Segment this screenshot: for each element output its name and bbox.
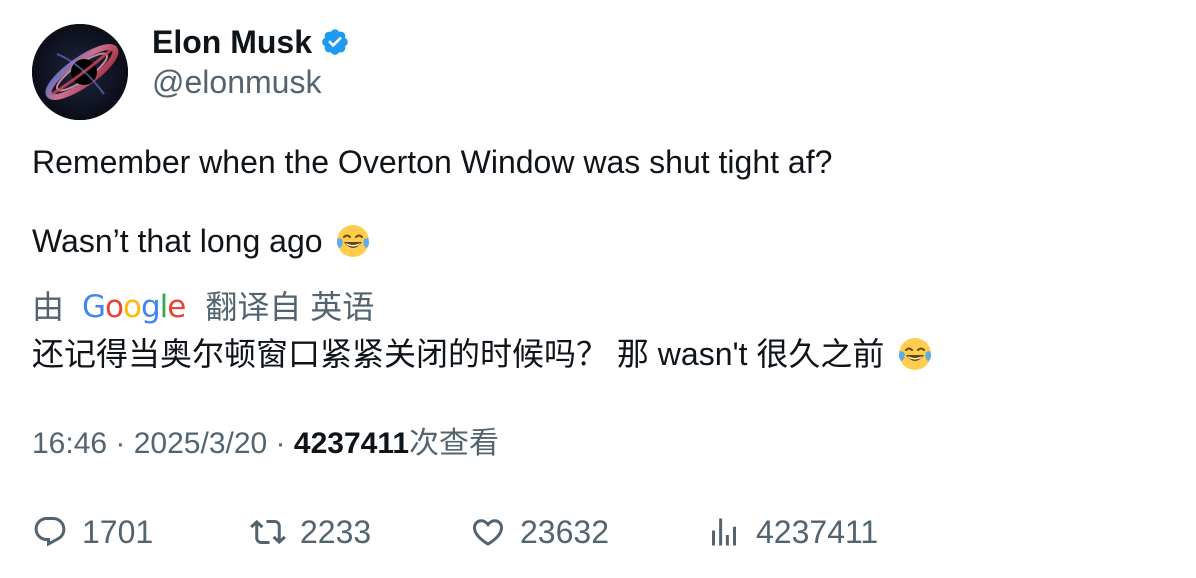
tweet-date[interactable]: 2025/3/20 — [134, 427, 267, 460]
like-button[interactable]: 23632 — [470, 508, 609, 556]
tears-of-joy-emoji-icon — [337, 225, 370, 257]
like-count: 23632 — [520, 513, 609, 550]
views-button[interactable]: 4237411 — [706, 508, 878, 556]
views-count: 4237411 — [293, 427, 410, 460]
translated-from-label[interactable]: 翻译自 英语 — [205, 287, 374, 327]
meta-separator: · — [267, 427, 294, 460]
views-action-count: 4237411 — [756, 513, 879, 550]
google-letter-e: e — [167, 289, 186, 325]
avatar[interactable] — [32, 24, 128, 120]
meta-separator: · — [107, 427, 134, 460]
reply-count: 1701 — [82, 513, 154, 550]
tweet: Elon Musk @elonmusk Remember when the Ov… — [0, 0, 1196, 578]
verified-badge-icon — [322, 29, 348, 55]
tweet-meta: 16:46 · 2025/3/20 · 4237411次查看 — [32, 424, 499, 464]
views-suffix: 次查看 — [409, 427, 500, 460]
google-letter-g2: g — [140, 289, 161, 325]
author-display-name[interactable]: Elon Musk — [152, 22, 312, 62]
like-icon — [472, 519, 504, 546]
reply-icon — [34, 517, 66, 547]
retweet-button[interactable]: 2233 — [250, 508, 371, 556]
google-letter-o2: o — [123, 289, 142, 325]
retweet-icon — [250, 519, 286, 545]
translation-attribution: 由 Google 翻译自 英语 — [32, 287, 374, 327]
avatar-image — [32, 24, 128, 120]
tweet-text-line-2-text: Wasn’t that long ago — [32, 223, 323, 259]
translated-text: 还记得当奥尔顿窗口紧紧关闭的时候吗？ 那 wasn't 很久之前 — [32, 334, 933, 374]
tweet-text-line-1: Remember when the Overton Window was shu… — [32, 144, 833, 180]
author-name-row: Elon Musk — [152, 22, 350, 62]
action-bar: 1701 2233 23632 4237411 — [0, 508, 1196, 556]
tweet-text-line-2: Wasn’t that long ago — [32, 221, 371, 261]
google-letter-o1: o — [105, 289, 124, 325]
author-handle[interactable]: @elonmusk — [152, 62, 321, 102]
retweet-count: 2233 — [300, 513, 372, 550]
tweet-time[interactable]: 16:46 — [32, 427, 107, 460]
views-icon — [712, 518, 736, 546]
reply-button[interactable]: 1701 — [32, 508, 153, 556]
translated-text-body: 还记得当奥尔顿窗口紧紧关闭的时候吗？ 那 wasn't 很久之前 — [32, 336, 885, 372]
google-letter-g: G — [82, 289, 106, 325]
translated-by-label: 由 — [32, 289, 65, 325]
google-logo[interactable]: Google — [82, 287, 186, 327]
tears-of-joy-emoji-icon — [899, 338, 932, 370]
